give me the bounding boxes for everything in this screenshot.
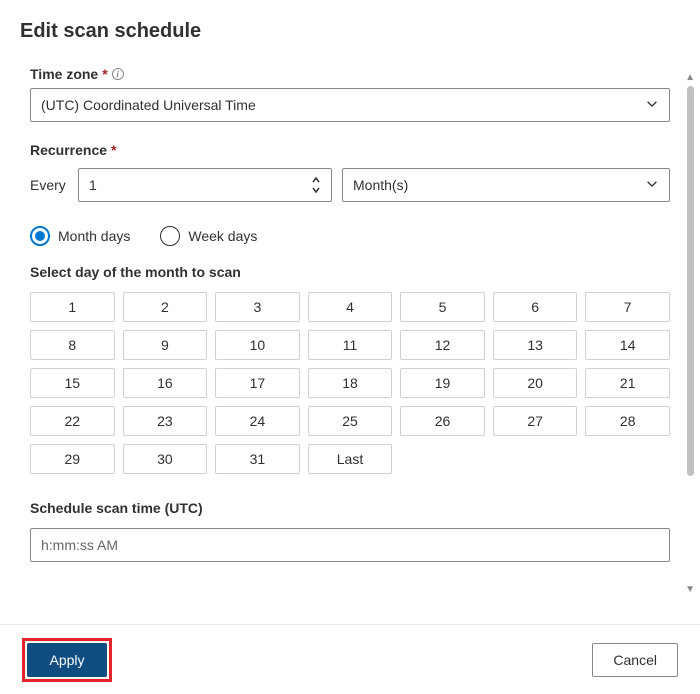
day-cell-25[interactable]: 25 bbox=[308, 406, 393, 436]
radio-circle-icon bbox=[160, 226, 180, 246]
radio-week-days[interactable]: Week days bbox=[160, 226, 257, 246]
day-cell-22[interactable]: 22 bbox=[30, 406, 115, 436]
day-cell-29[interactable]: 29 bbox=[30, 444, 115, 474]
radio-circle-icon bbox=[30, 226, 50, 246]
day-cell-12[interactable]: 12 bbox=[400, 330, 485, 360]
radio-dot-icon bbox=[35, 231, 45, 241]
chevron-down-icon bbox=[645, 177, 659, 194]
radio-week-days-label: Week days bbox=[188, 228, 257, 244]
day-cell-30[interactable]: 30 bbox=[123, 444, 208, 474]
recurrence-unit-value: Month(s) bbox=[353, 177, 408, 193]
day-cell-27[interactable]: 27 bbox=[493, 406, 578, 436]
apply-highlight: Apply bbox=[22, 638, 112, 682]
day-cell-last[interactable]: Last bbox=[308, 444, 393, 474]
day-cell-13[interactable]: 13 bbox=[493, 330, 578, 360]
day-cell-16[interactable]: 16 bbox=[123, 368, 208, 398]
day-grid: 1234567891011121314151617181920212223242… bbox=[30, 292, 670, 474]
day-select-label: Select day of the month to scan bbox=[30, 264, 670, 280]
every-row: Every 1 Month(s) bbox=[30, 168, 670, 202]
spinner-up-icon[interactable] bbox=[311, 175, 321, 185]
spinner-down-icon[interactable] bbox=[311, 185, 321, 195]
every-value: 1 bbox=[89, 177, 97, 193]
day-cell-6[interactable]: 6 bbox=[493, 292, 578, 322]
every-label: Every bbox=[30, 177, 68, 193]
day-cell-3[interactable]: 3 bbox=[215, 292, 300, 322]
required-marker: * bbox=[111, 142, 116, 158]
day-cell-21[interactable]: 21 bbox=[585, 368, 670, 398]
day-cell-7[interactable]: 7 bbox=[585, 292, 670, 322]
recurrence-label-text: Recurrence bbox=[30, 142, 107, 158]
timezone-value: (UTC) Coordinated Universal Time bbox=[41, 97, 256, 113]
day-cell-14[interactable]: 14 bbox=[585, 330, 670, 360]
timezone-label: Time zone * i bbox=[30, 66, 670, 82]
radio-month-days[interactable]: Month days bbox=[30, 226, 130, 246]
day-cell-8[interactable]: 8 bbox=[30, 330, 115, 360]
timezone-select[interactable]: (UTC) Coordinated Universal Time bbox=[30, 88, 670, 122]
timezone-section: Time zone * i (UTC) Coordinated Universa… bbox=[30, 66, 670, 122]
cancel-button[interactable]: Cancel bbox=[592, 643, 678, 677]
dialog-title: Edit scan schedule bbox=[20, 20, 680, 43]
recurrence-section: Recurrence * Every 1 Month(s) bbox=[30, 142, 670, 562]
apply-button[interactable]: Apply bbox=[27, 643, 107, 677]
day-cell-26[interactable]: 26 bbox=[400, 406, 485, 436]
day-cell-5[interactable]: 5 bbox=[400, 292, 485, 322]
dialog-footer: Apply Cancel bbox=[0, 624, 700, 694]
form-body: Time zone * i (UTC) Coordinated Universa… bbox=[0, 54, 700, 624]
day-cell-1[interactable]: 1 bbox=[30, 292, 115, 322]
spinner-arrows bbox=[311, 169, 327, 201]
day-cell-19[interactable]: 19 bbox=[400, 368, 485, 398]
required-marker: * bbox=[102, 66, 107, 82]
day-cell-20[interactable]: 20 bbox=[493, 368, 578, 398]
day-type-radio-group: Month days Week days bbox=[30, 226, 670, 246]
recurrence-unit-select[interactable]: Month(s) bbox=[342, 168, 670, 202]
chevron-down-icon bbox=[645, 97, 659, 114]
scan-time-label: Schedule scan time (UTC) bbox=[30, 500, 670, 516]
every-number-input[interactable]: 1 bbox=[78, 168, 332, 202]
day-cell-2[interactable]: 2 bbox=[123, 292, 208, 322]
day-cell-31[interactable]: 31 bbox=[215, 444, 300, 474]
day-cell-9[interactable]: 9 bbox=[123, 330, 208, 360]
radio-month-days-label: Month days bbox=[58, 228, 130, 244]
day-cell-23[interactable]: 23 bbox=[123, 406, 208, 436]
day-cell-10[interactable]: 10 bbox=[215, 330, 300, 360]
day-cell-18[interactable]: 18 bbox=[308, 368, 393, 398]
dialog-header: Edit scan schedule bbox=[0, 0, 700, 51]
day-cell-24[interactable]: 24 bbox=[215, 406, 300, 436]
recurrence-label: Recurrence * bbox=[30, 142, 670, 158]
scan-time-placeholder: h:mm:ss AM bbox=[41, 537, 118, 553]
day-cell-11[interactable]: 11 bbox=[308, 330, 393, 360]
day-cell-15[interactable]: 15 bbox=[30, 368, 115, 398]
day-cell-17[interactable]: 17 bbox=[215, 368, 300, 398]
day-cell-4[interactable]: 4 bbox=[308, 292, 393, 322]
scan-time-input[interactable]: h:mm:ss AM bbox=[30, 528, 670, 562]
day-cell-28[interactable]: 28 bbox=[585, 406, 670, 436]
timezone-label-text: Time zone bbox=[30, 66, 98, 82]
info-icon[interactable]: i bbox=[112, 68, 124, 80]
